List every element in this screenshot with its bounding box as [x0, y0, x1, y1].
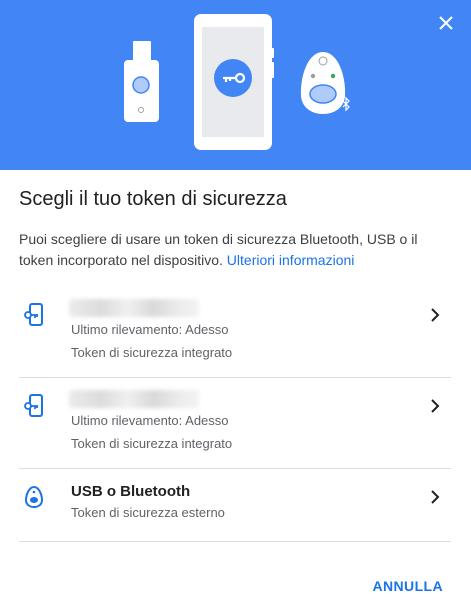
chevron-right-icon — [431, 490, 440, 504]
security-keys-illustration — [124, 14, 350, 150]
dialog-description: Puoi scegliere di usare un token di sicu… — [19, 229, 449, 271]
dialog-title: Scegli il tuo token di sicurezza — [19, 188, 287, 210]
device-name-redacted — [69, 299, 199, 317]
chevron-right-icon — [431, 399, 440, 413]
phone-key-icon — [24, 394, 43, 417]
option-title: USB o Bluetooth — [71, 483, 191, 500]
token-option-usb-bluetooth[interactable]: USB o Bluetooth Token di sicurezza ester… — [19, 469, 451, 542]
cancel-button[interactable]: ANNULLA — [373, 578, 443, 594]
device-name-redacted — [69, 390, 199, 408]
learn-more-link[interactable]: Ulteriori informazioni — [227, 252, 355, 268]
token-type-text: Token di sicurezza integrato — [71, 436, 233, 451]
close-button[interactable] — [435, 12, 457, 34]
security-key-icon — [24, 485, 44, 509]
last-seen-text: Ultimo rilevamento: Adesso — [71, 413, 229, 428]
last-seen-text: Ultimo rilevamento: Adesso — [71, 322, 229, 337]
token-type-text: Token di sicurezza integrato — [71, 345, 233, 360]
phone-key-icon — [24, 303, 43, 326]
token-list: Ultimo rilevamento: Adesso Token di sicu… — [19, 287, 451, 542]
illustration-header — [0, 0, 471, 170]
token-type-text: Token di sicurezza esterno — [71, 505, 225, 520]
chevron-right-icon — [431, 308, 440, 322]
token-option-integrated-1[interactable]: Ultimo rilevamento: Adesso Token di sicu… — [19, 287, 451, 378]
token-option-integrated-2[interactable]: Ultimo rilevamento: Adesso Token di sicu… — [19, 378, 451, 469]
close-icon — [439, 16, 453, 30]
description-text: Puoi scegliere di usare un token di sicu… — [19, 231, 418, 268]
